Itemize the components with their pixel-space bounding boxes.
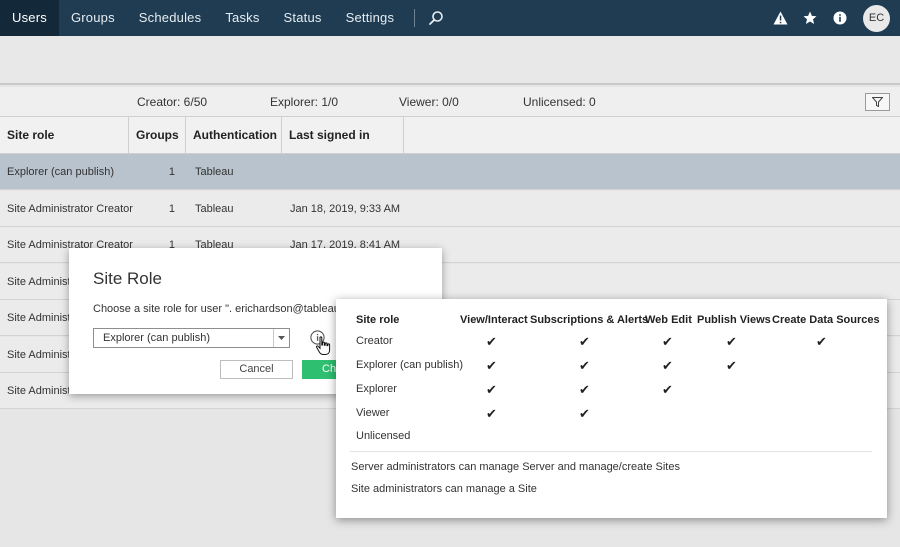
site-role-select[interactable]: Explorer (can publish) bbox=[93, 328, 290, 348]
nav-tab-status[interactable]: Status bbox=[272, 0, 334, 36]
cancel-button[interactable]: Cancel bbox=[220, 360, 293, 379]
popup-role-explorer-can-publish: Explorer (can publish) bbox=[356, 359, 463, 371]
star-icon[interactable] bbox=[795, 0, 825, 36]
checkmark-icon: ✔ bbox=[662, 334, 673, 349]
search-icon[interactable] bbox=[425, 7, 447, 29]
creator-count: Creator: 6/50 bbox=[137, 95, 208, 109]
site-role-permissions-popup: Site role View/Interact Subscriptions & … bbox=[336, 299, 887, 518]
checkmark-icon: ✔ bbox=[579, 382, 590, 397]
popup-header-view-interact: View/Interact bbox=[460, 314, 528, 326]
col-last-signed-in[interactable]: Last signed in bbox=[282, 117, 404, 154]
viewer-count: Viewer: 0/0 bbox=[399, 95, 459, 109]
cell-site-role: Site Administ bbox=[7, 276, 71, 288]
avatar[interactable]: EC bbox=[863, 4, 890, 32]
popup-divider bbox=[350, 451, 872, 452]
popup-role-unlicensed: Unlicensed bbox=[356, 430, 411, 442]
info-icon[interactable] bbox=[825, 0, 855, 36]
cell-site-role: Site Administrator Creator bbox=[7, 203, 133, 215]
nav-right-group: EC bbox=[765, 0, 890, 36]
checkmark-icon: ✔ bbox=[486, 334, 497, 349]
popup-header-subscriptions-alerts: Subscriptions & Alerts bbox=[530, 314, 649, 326]
checkmark-icon: ✔ bbox=[816, 334, 827, 349]
server-admin-note: Server administrators can manage Server … bbox=[351, 461, 680, 473]
checkmark-icon: ✔ bbox=[662, 358, 673, 373]
cell-groups: 1 bbox=[168, 166, 175, 178]
cell-authentication: Tableau bbox=[195, 203, 234, 215]
cell-site-role: Site Administ bbox=[7, 349, 71, 361]
cell-last-signed-in: Jan 18, 2019, 9:33 AM bbox=[290, 203, 401, 215]
explorer-count: Explorer: 1/0 bbox=[270, 95, 339, 109]
dialog-prompt: Choose a site role for user ". erichards… bbox=[93, 303, 368, 315]
nav-tab-users[interactable]: Users bbox=[0, 0, 59, 36]
cell-site-role: Site Administ bbox=[7, 385, 71, 397]
table-row[interactable]: Site Administrator Creator 1 Tableau Jan… bbox=[0, 191, 900, 227]
checkmark-icon: ✔ bbox=[579, 358, 590, 373]
dialog-title: Site Role bbox=[93, 269, 162, 288]
alert-icon[interactable] bbox=[765, 0, 795, 36]
cell-groups: 1 bbox=[168, 203, 175, 215]
site-admin-note: Site administrators can manage a Site bbox=[351, 483, 537, 495]
popup-role-creator: Creator bbox=[356, 335, 393, 347]
top-nav: Users Groups Schedules Tasks Status Sett… bbox=[0, 0, 900, 36]
popup-header-publish-views: Publish Views bbox=[697, 314, 771, 326]
license-counts-bar: Creator: 6/50 Explorer: 1/0 Viewer: 0/0 … bbox=[0, 87, 900, 117]
checkmark-icon: ✔ bbox=[579, 406, 590, 421]
popup-header-create-data-sources: Create Data Sources bbox=[772, 314, 880, 326]
checkmark-icon: ✔ bbox=[726, 358, 737, 373]
col-groups[interactable]: Groups bbox=[129, 117, 186, 154]
site-role-select-value: Explorer (can publish) bbox=[103, 332, 210, 344]
popup-header-web-edit: Web Edit bbox=[645, 314, 692, 326]
nav-tab-tasks[interactable]: Tasks bbox=[213, 0, 271, 36]
filter-icon bbox=[872, 97, 883, 107]
checkmark-icon: ✔ bbox=[662, 382, 673, 397]
users-table-header: Site role Groups Authentication Last sig… bbox=[0, 117, 900, 154]
table-row[interactable]: Explorer (can publish) 1 Tableau bbox=[0, 154, 900, 190]
checkmark-icon: ✔ bbox=[579, 334, 590, 349]
checkmark-icon: ✔ bbox=[486, 382, 497, 397]
popup-role-explorer: Explorer bbox=[356, 383, 397, 395]
nav-tab-schedules[interactable]: Schedules bbox=[127, 0, 214, 36]
col-site-role[interactable]: Site role bbox=[0, 117, 129, 154]
checkmark-icon: ✔ bbox=[486, 406, 497, 421]
page-header-area bbox=[0, 36, 900, 85]
chevron-down-icon bbox=[273, 329, 289, 347]
popup-role-viewer: Viewer bbox=[356, 407, 390, 419]
unlicensed-count: Unlicensed: 0 bbox=[523, 95, 596, 109]
cell-site-role: Site Administ bbox=[7, 312, 71, 324]
nav-tab-settings[interactable]: Settings bbox=[334, 0, 407, 36]
col-authentication[interactable]: Authentication bbox=[186, 117, 282, 154]
checkmark-icon: ✔ bbox=[486, 358, 497, 373]
checkmark-icon: ✔ bbox=[726, 334, 737, 349]
hand-cursor-icon bbox=[315, 336, 333, 361]
filter-button[interactable] bbox=[865, 93, 890, 111]
nav-divider bbox=[414, 9, 416, 27]
nav-tab-groups[interactable]: Groups bbox=[59, 0, 127, 36]
popup-header-site-role: Site role bbox=[356, 314, 400, 326]
cell-authentication: Tableau bbox=[195, 166, 234, 178]
cell-site-role: Explorer (can publish) bbox=[7, 166, 114, 178]
